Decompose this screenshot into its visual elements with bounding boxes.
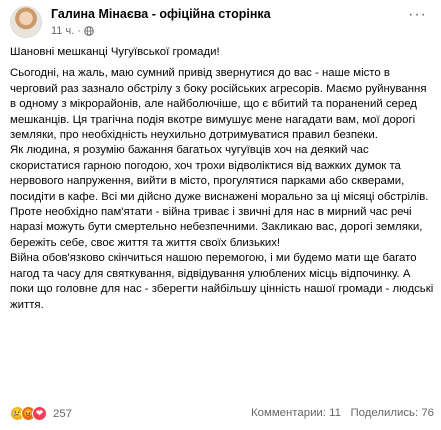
post-greeting: Шановні мешканці Чугуївської громади!: [10, 46, 220, 58]
comments-count[interactable]: Комментарии: 11: [251, 407, 341, 419]
more-options-icon[interactable]: ···: [408, 7, 427, 23]
post-paragraph: Сьогодні, на жаль, маю сумний привід зве…: [10, 67, 427, 142]
reactions-count[interactable]: 257: [53, 408, 72, 420]
post-body: Шановні мешканці Чугуївської громади! Сь…: [10, 45, 434, 313]
globe-icon: [84, 26, 94, 36]
shares-count[interactable]: Поделились: 76: [350, 407, 434, 419]
post-paragraph: Як людина, я розумію бажання багатьох чу…: [10, 144, 429, 249]
author-name[interactable]: Галина Мінаєва - офіційна сторінка: [51, 7, 271, 21]
reactions-summary[interactable]: 😢 😡 ❤ 257: [10, 406, 72, 421]
post-paragraph: Війна обов'язково скінчиться нашою перем…: [10, 252, 434, 311]
love-reaction-icon: ❤: [32, 406, 47, 421]
avatar[interactable]: [10, 6, 42, 38]
post-header: Галина Мінаєва - офіційна сторінка 11 ч.…: [10, 6, 431, 42]
post-time[interactable]: 11 ч.: [51, 25, 74, 37]
post-meta: 11 ч. ·: [51, 25, 94, 37]
engagement-stats: Комментарии: 11 Поделились: 76: [251, 407, 434, 419]
post-footer: 😢 😡 ❤ 257 Комментарии: 11 Поделились: 76: [10, 406, 434, 424]
